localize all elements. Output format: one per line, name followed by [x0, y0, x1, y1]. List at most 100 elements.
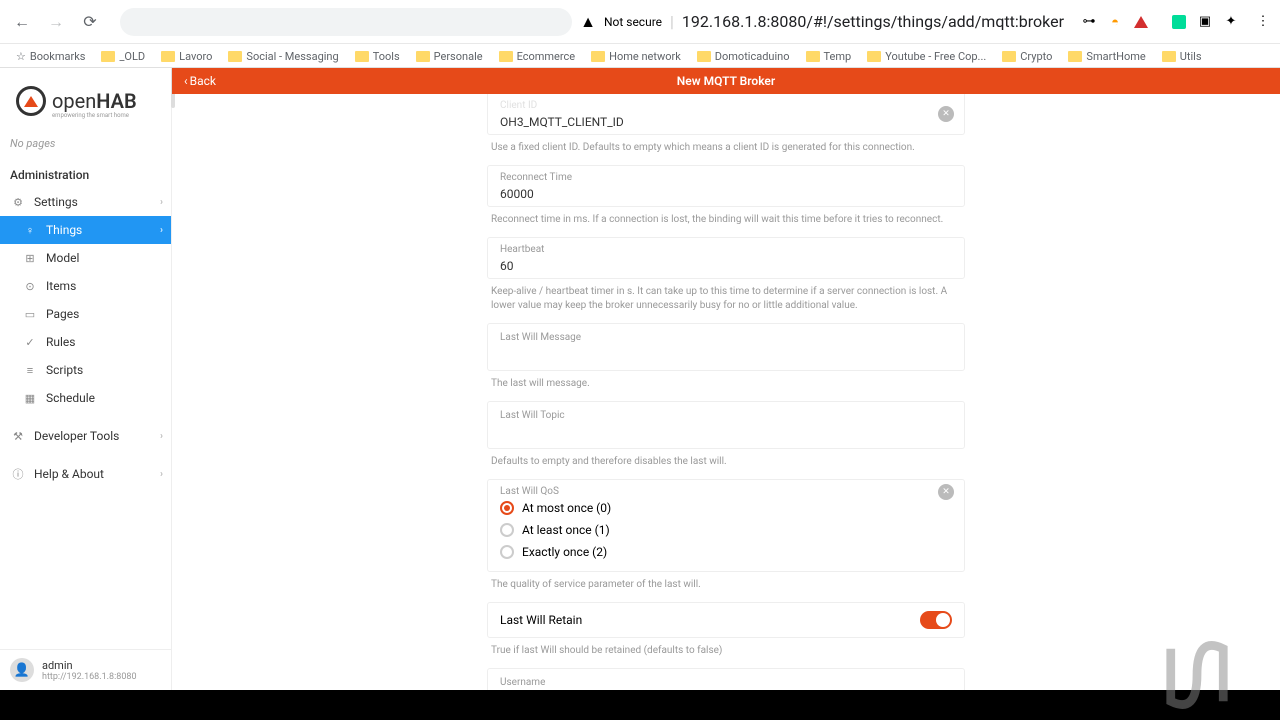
bookmark-bar: ☆Bookmarks _OLD Lavoro Social - Messagin…: [0, 44, 1280, 68]
bookmark-item[interactable]: _OLD: [95, 48, 151, 65]
logo-text: openHAB: [52, 89, 137, 113]
topbar: ‹Back New MQTT Broker: [172, 68, 1280, 94]
bookmark-item[interactable]: SmartHome: [1062, 48, 1151, 65]
bulb-icon: ♀: [22, 222, 38, 238]
qos-option-0[interactable]: At most once (0): [500, 497, 952, 519]
ext-square-icon[interactable]: ▣: [1196, 13, 1214, 31]
key-icon[interactable]: ⊶: [1080, 13, 1098, 31]
back-button[interactable]: ←: [8, 8, 36, 36]
nav-settings[interactable]: ⚙Settings›: [0, 188, 171, 216]
bookmark-item[interactable]: Tools: [349, 48, 406, 65]
field-reconnect[interactable]: Reconnect Time: [487, 165, 965, 207]
bookmark-item[interactable]: Lavoro: [155, 48, 218, 65]
star-icon: ☆: [16, 50, 26, 63]
rules-icon: ✓: [22, 334, 38, 350]
bookmark-item[interactable]: Ecommerce: [493, 48, 582, 65]
calendar-icon: ▦: [22, 390, 38, 406]
nav-pages[interactable]: ▭Pages: [0, 300, 171, 328]
main: ‹Back New MQTT Broker Client ID ✕ Use a …: [172, 68, 1280, 690]
nav-scripts[interactable]: ≡Scripts: [0, 356, 171, 384]
back-button[interactable]: ‹Back: [172, 74, 228, 88]
bookmark-item[interactable]: Domoticaduino: [691, 48, 796, 65]
no-pages-label: No pages: [0, 129, 171, 158]
nav-devtools[interactable]: ⚒Developer Tools›: [0, 422, 171, 450]
bookmark-item[interactable]: Temp: [800, 48, 858, 65]
reconnect-input[interactable]: [500, 185, 952, 201]
client-id-input[interactable]: [500, 113, 952, 129]
field-client-id[interactable]: Client ID ✕: [487, 94, 965, 135]
lastwill-message-input[interactable]: [500, 350, 952, 356]
bookmark-item[interactable]: Social - Messaging: [222, 48, 344, 65]
field-lastwill-qos: Last Will QoS ✕ At most once (0) At leas…: [487, 479, 965, 572]
bookmark-item[interactable]: ☆Bookmarks: [10, 48, 91, 65]
toggle-icon: ⊙: [22, 278, 38, 294]
bookmark-item[interactable]: Personale: [410, 48, 489, 65]
nav-rules[interactable]: ✓Rules: [0, 328, 171, 356]
field-label: Reconnect Time: [500, 172, 952, 183]
help-text: Reconnect time in ms. If a connection is…: [487, 211, 965, 237]
help-text: Keep-alive / heartbeat timer in s. It ca…: [487, 283, 965, 323]
lastwill-topic-input[interactable]: [500, 428, 952, 434]
content: Client ID ✕ Use a fixed client ID. Defau…: [172, 94, 1280, 690]
nav-things[interactable]: ♀Things›: [0, 216, 171, 244]
shield-icon[interactable]: ◓: [1106, 13, 1124, 31]
qos-option-1[interactable]: At least once (1): [500, 519, 952, 541]
chevron-left-icon: ‹: [184, 74, 188, 88]
nav-model[interactable]: ⊞Model: [0, 244, 171, 272]
folder-icon: [1068, 51, 1082, 62]
ext-green-icon[interactable]: [1170, 13, 1188, 31]
folder-icon: [499, 51, 513, 62]
layout-icon: ▭: [22, 306, 38, 322]
field-label: Client ID: [500, 100, 952, 111]
warning-icon: ▲: [580, 12, 596, 32]
chevron-right-icon: ›: [160, 225, 163, 236]
page-title: New MQTT Broker: [677, 74, 775, 88]
qos-option-2[interactable]: Exactly once (2): [500, 541, 952, 563]
folder-icon: [867, 51, 881, 62]
bookmark-item[interactable]: Youtube - Free Cop...: [861, 48, 992, 65]
info-icon: ⓘ: [10, 466, 26, 482]
bookmark-item[interactable]: Home network: [585, 48, 687, 65]
nav-items[interactable]: ⊙Items: [0, 272, 171, 300]
user-block[interactable]: 👤 admin http://192.168.1.8:8080: [0, 649, 171, 690]
model-icon: ⊞: [22, 250, 38, 266]
reload-button[interactable]: ⟳: [76, 8, 104, 36]
clear-icon[interactable]: ✕: [938, 106, 954, 122]
heartbeat-input[interactable]: [500, 257, 952, 273]
url-bar[interactable]: [120, 8, 572, 36]
bookmark-item[interactable]: Utils: [1156, 48, 1208, 65]
folder-icon: [416, 51, 430, 62]
gear-icon: ⚙: [10, 194, 26, 210]
radio-icon: [500, 501, 514, 515]
help-text: The quality of service parameter of the …: [487, 576, 965, 602]
field-label: Username: [500, 677, 952, 688]
field-label: Last Will QoS: [500, 486, 952, 497]
wrench-icon: ⚒: [10, 428, 26, 444]
url-area: ▲ Not secure | 192.168.1.8:8080/#!/setti…: [120, 8, 1064, 36]
bookmark-item[interactable]: Crypto: [996, 48, 1058, 65]
help-text: Defaults to empty and therefore disables…: [487, 453, 965, 479]
security-label: Not secure: [604, 15, 662, 29]
extensions-icon[interactable]: ✦: [1222, 13, 1240, 31]
forward-button[interactable]: →: [42, 8, 70, 36]
extension-icon[interactable]: [1132, 13, 1150, 31]
nav-schedule[interactable]: ▦Schedule: [0, 384, 171, 412]
field-label: Last Will Message: [500, 332, 952, 343]
folder-icon: [1162, 51, 1176, 62]
folder-icon: [1002, 51, 1016, 62]
field-username[interactable]: Username: [487, 668, 965, 690]
field-lastwill-topic[interactable]: Last Will Topic: [487, 401, 965, 449]
chevron-right-icon: ›: [160, 469, 163, 480]
form: Client ID ✕ Use a fixed client ID. Defau…: [487, 94, 965, 690]
menu-icon[interactable]: ⋮: [1254, 13, 1272, 31]
field-lastwill-message[interactable]: Last Will Message: [487, 323, 965, 371]
retain-toggle[interactable]: [920, 611, 952, 629]
section-administration: Administration: [0, 158, 171, 188]
clear-icon[interactable]: ✕: [938, 484, 954, 500]
nav-help[interactable]: ⓘHelp & About›: [0, 460, 171, 488]
script-icon: ≡: [22, 362, 38, 378]
url-text: 192.168.1.8:8080/#!/settings/things/add/…: [682, 12, 1064, 31]
chevron-right-icon: ›: [160, 197, 163, 208]
field-label: Last Will Retain: [500, 613, 582, 627]
field-heartbeat[interactable]: Heartbeat: [487, 237, 965, 279]
